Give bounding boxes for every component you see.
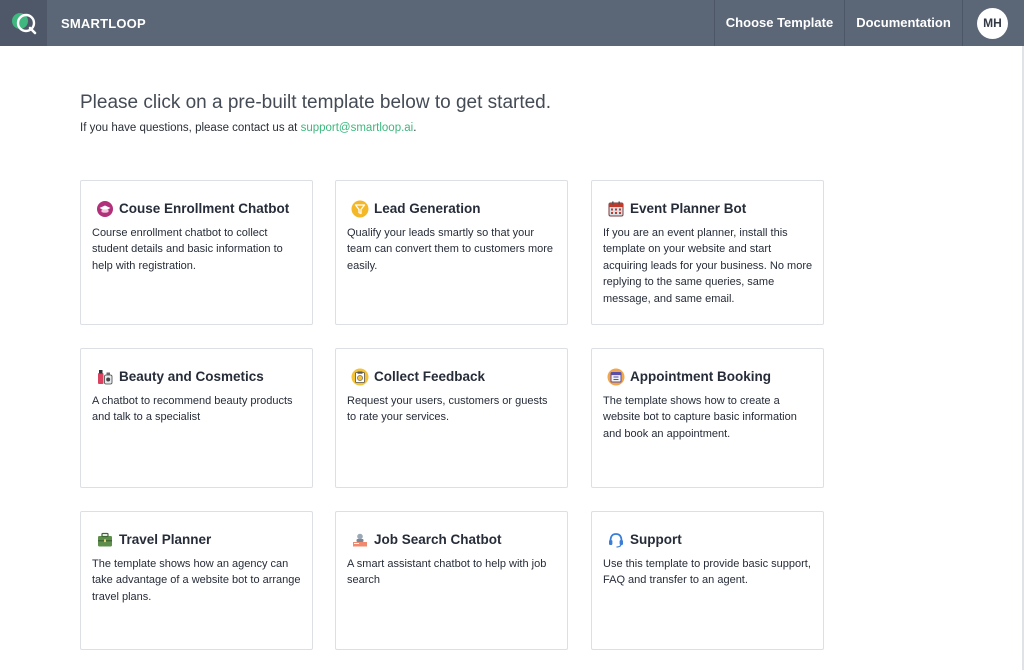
template-title: Collect Feedback xyxy=(374,369,486,384)
template-description: Request your users, customers or guests … xyxy=(347,395,548,424)
template-card-travel-planner[interactable]: Travel Planner The template shows how an… xyxy=(80,511,313,650)
cosmetics-icon xyxy=(98,370,113,385)
feedback-icon xyxy=(351,368,369,386)
user-avatar[interactable]: MH xyxy=(977,8,1008,39)
template-card-beauty-cosmetics[interactable]: Beauty and Cosmetics A chatbot to recomm… xyxy=(80,348,313,488)
page-subheading: If you have questions, please contact us… xyxy=(80,122,416,134)
support-email-link[interactable]: support@smartloop.ai xyxy=(301,122,414,134)
smartloop-logo-icon xyxy=(12,13,37,35)
brand-name: SMARTLOOP xyxy=(61,16,146,31)
suitcase-icon xyxy=(98,532,112,547)
template-card-event-planner[interactable]: Event Planner Bot If you are an event pl… xyxy=(591,180,824,325)
template-description: Qualify your leads smartly so that your … xyxy=(347,227,554,272)
template-description: Use this template to provide basic suppo… xyxy=(603,558,811,587)
headset-icon xyxy=(609,533,623,548)
template-description: If you are an event planner, install thi… xyxy=(603,227,813,305)
subheading-end: . xyxy=(413,122,417,134)
template-card-appointment-booking[interactable]: Appointment Booking The template shows h… xyxy=(591,348,824,488)
template-title: Appointment Booking xyxy=(630,369,771,384)
template-title: Couse Enrollment Chatbot xyxy=(119,201,290,216)
template-title: Lead Generation xyxy=(374,201,481,216)
template-card-collect-feedback[interactable]: Collect Feedback Request your users, cus… xyxy=(335,348,568,488)
template-card-job-search[interactable]: Job Search Chatbot A smart assistant cha… xyxy=(335,511,568,650)
template-title: Support xyxy=(630,532,682,547)
template-description: The template shows how an agency can tak… xyxy=(92,558,301,603)
template-title: Event Planner Bot xyxy=(630,201,747,216)
template-card-lead-generation[interactable]: Lead Generation Qualify your leads smart… xyxy=(335,180,568,325)
smartloop-logo[interactable] xyxy=(0,0,47,46)
subheading-text: If you have questions, please contact us… xyxy=(80,122,301,134)
template-title: Job Search Chatbot xyxy=(374,532,502,547)
template-description: Course enrollment chatbot to collect stu… xyxy=(92,227,283,272)
job-desk-icon xyxy=(353,533,367,547)
template-title: Travel Planner xyxy=(119,532,212,547)
template-description: The template shows how to create a websi… xyxy=(603,395,797,440)
nav-documentation[interactable]: Documentation xyxy=(844,0,962,46)
page-heading: Please click on a pre-built template bel… xyxy=(80,92,552,113)
nav-choose-template[interactable]: Choose Template xyxy=(714,0,844,46)
template-card-course-enrollment[interactable]: Couse Enrollment Chatbot Course enrollme… xyxy=(80,180,313,325)
funnel-icon xyxy=(351,200,369,218)
appointment-icon xyxy=(607,368,625,386)
template-card-support[interactable]: Support Use this template to provide bas… xyxy=(591,511,824,650)
graduation-cap-icon xyxy=(97,201,113,217)
template-title: Beauty and Cosmetics xyxy=(119,369,264,384)
calendar-icon xyxy=(608,201,624,217)
template-description: A smart assistant chatbot to help with j… xyxy=(347,558,547,587)
template-description: A chatbot to recommend beauty products a… xyxy=(92,395,293,424)
